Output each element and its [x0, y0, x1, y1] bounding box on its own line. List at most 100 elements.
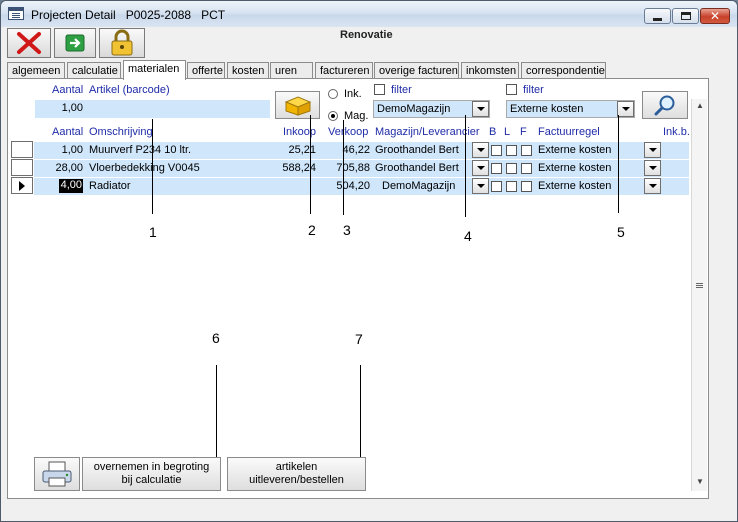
row-b-checkbox[interactable]: [491, 181, 502, 192]
filter-factuurregel-label: filter: [523, 84, 544, 96]
artikel-label: Artikel (barcode): [89, 84, 170, 96]
tab-kosten[interactable]: kosten: [227, 62, 269, 79]
row-b-checkbox[interactable]: [491, 163, 502, 174]
factuurregel-dropdown-button[interactable]: [617, 101, 634, 117]
close-window-button[interactable]: ✕: [700, 8, 730, 24]
scroll-up-icon[interactable]: ▲: [696, 101, 704, 110]
header-l: L: [504, 126, 511, 138]
radio-ink-label: Ink.: [344, 88, 362, 100]
factuurregel-select[interactable]: Externe kosten: [506, 100, 635, 118]
title-bar: Projecten Detail P0025-2088 PCT ✕: [1, 1, 737, 27]
row-omschrijving: Muurverf P234 10 ltr.: [89, 144, 192, 156]
row-inkoop: 25,21: [288, 144, 316, 156]
maximize-icon: [680, 12, 691, 20]
maximize-button[interactable]: [672, 8, 699, 24]
tab-factureren[interactable]: factureren: [315, 62, 373, 79]
row-omschrijving: Vloerbedekking V0045: [89, 162, 200, 174]
overnemen-in-begroting-button[interactable]: overnemen in begroting bij calculatie: [82, 457, 221, 491]
row-l-checkbox[interactable]: [506, 181, 517, 192]
tab-algemeen[interactable]: algemeen: [7, 62, 65, 79]
callout-line-3: [343, 120, 344, 215]
window-icon: [8, 7, 24, 20]
lock-button[interactable]: [99, 28, 145, 58]
row-factuurregel: Externe kosten: [538, 180, 612, 192]
header-aantal: Aantal: [52, 126, 84, 138]
radio-mag-label: Mag.: [344, 110, 369, 122]
row-inkb-dropdown[interactable]: [644, 160, 661, 176]
magazijn-dropdown-button[interactable]: [472, 101, 489, 117]
row-factuurregel: Externe kosten: [538, 144, 612, 156]
callout-6: 6: [212, 330, 220, 346]
row-f-checkbox[interactable]: [521, 145, 532, 156]
aantal-input[interactable]: 1,00: [35, 102, 83, 114]
row-l-checkbox[interactable]: [506, 163, 517, 174]
tab-inkomsten[interactable]: inkomsten: [461, 62, 519, 79]
row-factuurregel: Externe kosten: [538, 162, 612, 174]
app-window: Projecten Detail P0025-2088 PCT ✕ Renova…: [0, 0, 738, 522]
overnemen-label-line1: overnemen in begroting: [93, 461, 210, 473]
callout-1: 1: [149, 224, 157, 240]
filter-factuurregel-checkbox[interactable]: [506, 84, 517, 95]
minimize-button[interactable]: [644, 8, 671, 24]
row-magazijn-dropdown[interactable]: [472, 178, 489, 194]
callout-7: 7: [355, 331, 363, 347]
scroll-grip-icon[interactable]: [696, 283, 703, 288]
row-f-checkbox[interactable]: [521, 163, 532, 174]
callout-line-6: [216, 365, 217, 466]
header-factuurregel: Factuurregel: [538, 126, 600, 138]
printer-icon: [42, 461, 72, 487]
vertical-scrollbar[interactable]: ▲ ▼: [691, 99, 707, 491]
exit-button[interactable]: [54, 28, 96, 58]
padlock-icon: [111, 29, 133, 56]
callout-line-5: [618, 115, 619, 213]
row-magazijn-dropdown[interactable]: [472, 160, 489, 176]
overnemen-label-line2: bij calculatie: [121, 474, 182, 486]
scroll-down-icon[interactable]: ▼: [696, 477, 704, 486]
row-inkb-dropdown[interactable]: [644, 178, 661, 194]
row-l-checkbox[interactable]: [506, 145, 517, 156]
callout-line-4: [465, 115, 466, 217]
radio-ink[interactable]: [328, 89, 338, 99]
callout-3: 3: [343, 222, 351, 238]
tab-correspondentie[interactable]: correspondentie: [521, 62, 606, 79]
close-icon: ✕: [709, 9, 721, 23]
row-omschrijving: Radiator: [89, 180, 131, 192]
box-icon: [284, 96, 311, 116]
filter-magazijn-label: filter: [391, 84, 412, 96]
open-box-button[interactable]: [275, 91, 320, 119]
header-magazijn: Magazijn/Leverancier: [375, 126, 480, 138]
row-aantal: 28,00: [55, 162, 83, 174]
row-selector[interactable]: [11, 141, 33, 158]
row-aantal-selected[interactable]: 4,00: [59, 179, 83, 193]
row-inkb-dropdown[interactable]: [644, 142, 661, 158]
search-button[interactable]: [642, 91, 688, 119]
aantal-label: Aantal: [52, 84, 84, 96]
row-selector-current[interactable]: [11, 177, 33, 194]
uitleveren-label-line1: artikelen: [275, 461, 318, 473]
print-button[interactable]: [34, 457, 80, 491]
uitleveren-button-label: artikelen uitleveren/bestellen: [249, 461, 344, 487]
header-omschrijving: Omschrijving: [89, 126, 153, 138]
window-title: Projecten Detail P0025-2088 PCT: [31, 8, 226, 22]
header-inkb: Ink.b.: [663, 126, 690, 138]
radio-mag[interactable]: [328, 111, 338, 121]
header-b: B: [489, 126, 497, 138]
cancel-button[interactable]: [7, 28, 51, 58]
row-aantal: 1,00: [61, 144, 83, 156]
row-f-checkbox[interactable]: [521, 181, 532, 192]
row-magazijn: DemoMagazijn: [382, 180, 456, 192]
tab-calculatie[interactable]: calculatie: [67, 62, 121, 79]
row-b-checkbox[interactable]: [491, 145, 502, 156]
tab-uren[interactable]: uren: [270, 62, 313, 79]
callout-5: 5: [617, 224, 625, 240]
row-magazijn-dropdown[interactable]: [472, 142, 489, 158]
callout-line-1: [152, 119, 153, 214]
artikelen-uitleveren-button[interactable]: artikelen uitleveren/bestellen: [227, 457, 366, 491]
tab-overige-facturen[interactable]: overige facturen: [374, 62, 459, 79]
tab-offerte[interactable]: offerte: [187, 62, 225, 79]
artikel-input[interactable]: [89, 102, 269, 116]
row-magazijn: Groothandel Bert: [375, 144, 459, 156]
tab-materialen[interactable]: materialen: [123, 60, 186, 80]
filter-magazijn-checkbox[interactable]: [374, 84, 385, 95]
row-selector[interactable]: [11, 159, 33, 176]
